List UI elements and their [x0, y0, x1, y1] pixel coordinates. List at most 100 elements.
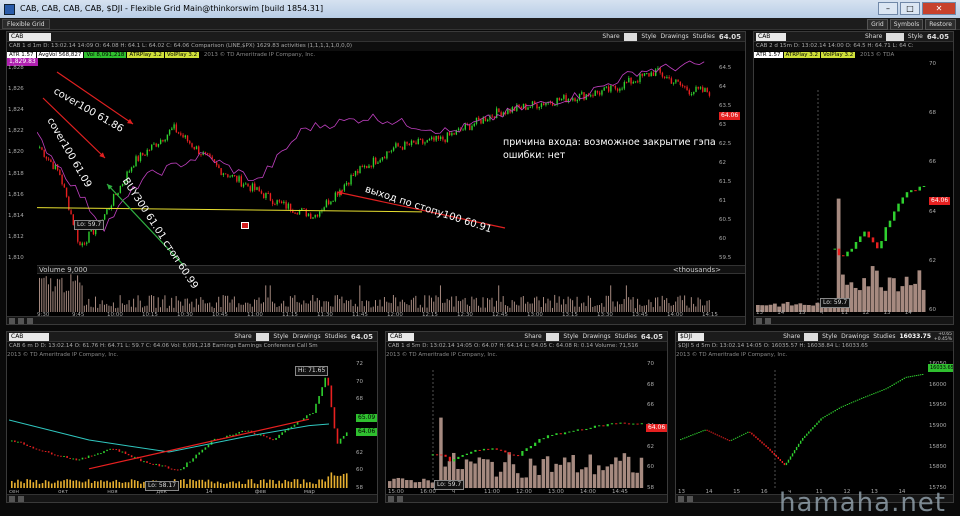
- volume-bar: [296, 301, 298, 312]
- candle-body: [491, 115, 493, 117]
- bm-style-button[interactable]: Style: [563, 332, 578, 342]
- volume-bar: [672, 304, 674, 312]
- candle-body: [679, 81, 682, 85]
- restore-button[interactable]: Restore: [925, 19, 956, 30]
- volume-bar: [616, 301, 618, 312]
- tr-chart-panel: CAB Share 15m Style 64.05 CAB 2 d 15m D:…: [753, 31, 954, 325]
- zoom-out-icon[interactable]: [9, 496, 15, 502]
- drawings-button[interactable]: Drawings: [661, 32, 689, 42]
- bl-share-button[interactable]: Share: [234, 332, 251, 342]
- study-chip[interactable]: ATRPlay 3.2: [783, 52, 820, 58]
- study-chips: ATR 1.57 AvgVol 568,827 Vol 8,091,218 ATRPl…: [7, 51, 745, 60]
- tr-price-plot[interactable]: [756, 60, 926, 312]
- minimize-button[interactable]: –: [878, 2, 898, 15]
- maximize-button[interactable]: □: [900, 2, 920, 15]
- zoom-out-icon[interactable]: [678, 496, 684, 502]
- volume-bar: [866, 286, 871, 312]
- study-chip[interactable]: Vol 8,091,218: [84, 52, 127, 58]
- volume-bar: [571, 455, 575, 488]
- copyright: 2013 © TD Ameritrade IP Company, Inc.: [203, 52, 316, 58]
- close-button[interactable]: ✕: [922, 2, 956, 15]
- candle-body: [699, 87, 702, 89]
- tr-timeframe-button[interactable]: 15m: [886, 33, 904, 41]
- volume-bar: [396, 477, 400, 488]
- zoom-in-icon[interactable]: [18, 496, 24, 502]
- tr-symbol-field[interactable]: CAB: [756, 33, 786, 41]
- candle-body: [276, 200, 278, 205]
- zoom-out-icon[interactable]: [756, 318, 762, 324]
- study-chip[interactable]: ATR 1.57: [754, 52, 783, 58]
- zoom-in-icon[interactable]: [765, 318, 771, 324]
- bm-drawings-button[interactable]: Drawings: [583, 332, 611, 342]
- study-chip[interactable]: VolPlay 3.2: [821, 52, 856, 58]
- share-button[interactable]: Share: [602, 32, 619, 42]
- study-chip[interactable]: ATRPlay 3.2: [127, 52, 164, 58]
- br-style-button[interactable]: Style: [822, 332, 837, 342]
- br-timeframe-button[interactable]: 5m: [804, 333, 819, 341]
- volume-bar: [862, 278, 866, 312]
- volume-header: Volume 9,000 <thousands>: [37, 265, 745, 274]
- bm-price-plot[interactable]: [388, 360, 644, 488]
- volume-bar: [426, 480, 430, 488]
- br-price-plot[interactable]: [678, 360, 926, 488]
- volume-bar: [464, 297, 466, 312]
- bl-style-button[interactable]: Style: [273, 332, 288, 342]
- candle-body: [738, 435, 741, 437]
- bm-chart-header: CAB Share 5m Style Drawings Studies 64.0…: [386, 332, 667, 342]
- zoom-in-icon[interactable]: [18, 318, 24, 324]
- study-chip[interactable]: VolPlay 3.2: [164, 52, 200, 58]
- bm-share-button[interactable]: Share: [524, 332, 541, 342]
- bl-timeframe-button[interactable]: 1m: [255, 333, 270, 341]
- br-studies-button[interactable]: Studies: [873, 332, 895, 342]
- candle-body: [312, 217, 314, 219]
- br-symbol-field[interactable]: $DJI: [678, 333, 704, 341]
- grid-button[interactable]: Grid: [867, 19, 888, 30]
- volume-bar: [408, 305, 410, 312]
- crosshair-icon[interactable]: [27, 318, 33, 324]
- symbol-field[interactable]: CAB: [9, 33, 51, 41]
- volume-bar: [605, 295, 607, 312]
- axis-tick-label: 58: [356, 485, 363, 491]
- candle-body: [269, 437, 271, 440]
- candle-body: [284, 430, 287, 433]
- tr-share-button[interactable]: Share: [865, 32, 882, 42]
- zoom-in-icon[interactable]: [687, 496, 693, 502]
- volume-bar: [302, 479, 305, 488]
- tr-style-button[interactable]: Style: [908, 32, 923, 42]
- candle-body: [283, 201, 285, 204]
- price-plot[interactable]: [37, 60, 715, 265]
- bm-timeframe-button[interactable]: 5m: [545, 333, 560, 341]
- candle-body: [70, 210, 72, 215]
- br-drawings-button[interactable]: Drawings: [841, 332, 869, 342]
- volume-bar: [699, 299, 701, 312]
- candle-body: [157, 143, 160, 147]
- grid-tab[interactable]: Flexible Grid: [2, 19, 50, 29]
- zoom-out-icon[interactable]: [388, 496, 394, 502]
- study-chip[interactable]: AvgVol 568,827: [36, 52, 84, 58]
- candle-body: [235, 433, 237, 435]
- symbols-button[interactable]: Symbols: [889, 19, 924, 30]
- bl-drawings-button[interactable]: Drawings: [293, 332, 321, 342]
- bm-studies-button[interactable]: Studies: [615, 332, 637, 342]
- candle-body: [869, 394, 871, 396]
- candle-body: [907, 376, 910, 378]
- bl-price-plot[interactable]: [9, 360, 353, 488]
- timeframe-button[interactable]: 1m: [623, 33, 638, 41]
- axis-tick-label: 68: [356, 396, 363, 403]
- candle-body: [168, 130, 171, 135]
- studies-button[interactable]: Studies: [693, 32, 715, 42]
- bm-symbol-field[interactable]: CAB: [388, 333, 414, 341]
- volume-bar: [511, 464, 516, 488]
- br-share-button[interactable]: Share: [783, 332, 800, 342]
- style-button[interactable]: Style: [641, 32, 656, 42]
- candle-body: [704, 88, 706, 92]
- zoom-out-icon[interactable]: [9, 318, 15, 324]
- candle-body: [545, 103, 547, 106]
- candle-body: [44, 451, 47, 453]
- event-icon[interactable]: [241, 222, 249, 229]
- bl-symbol-field[interactable]: CAB: [9, 333, 49, 341]
- candle-body: [127, 453, 130, 456]
- volume-bar: [242, 304, 244, 312]
- zoom-in-icon[interactable]: [397, 496, 403, 502]
- bl-studies-button[interactable]: Studies: [325, 332, 347, 342]
